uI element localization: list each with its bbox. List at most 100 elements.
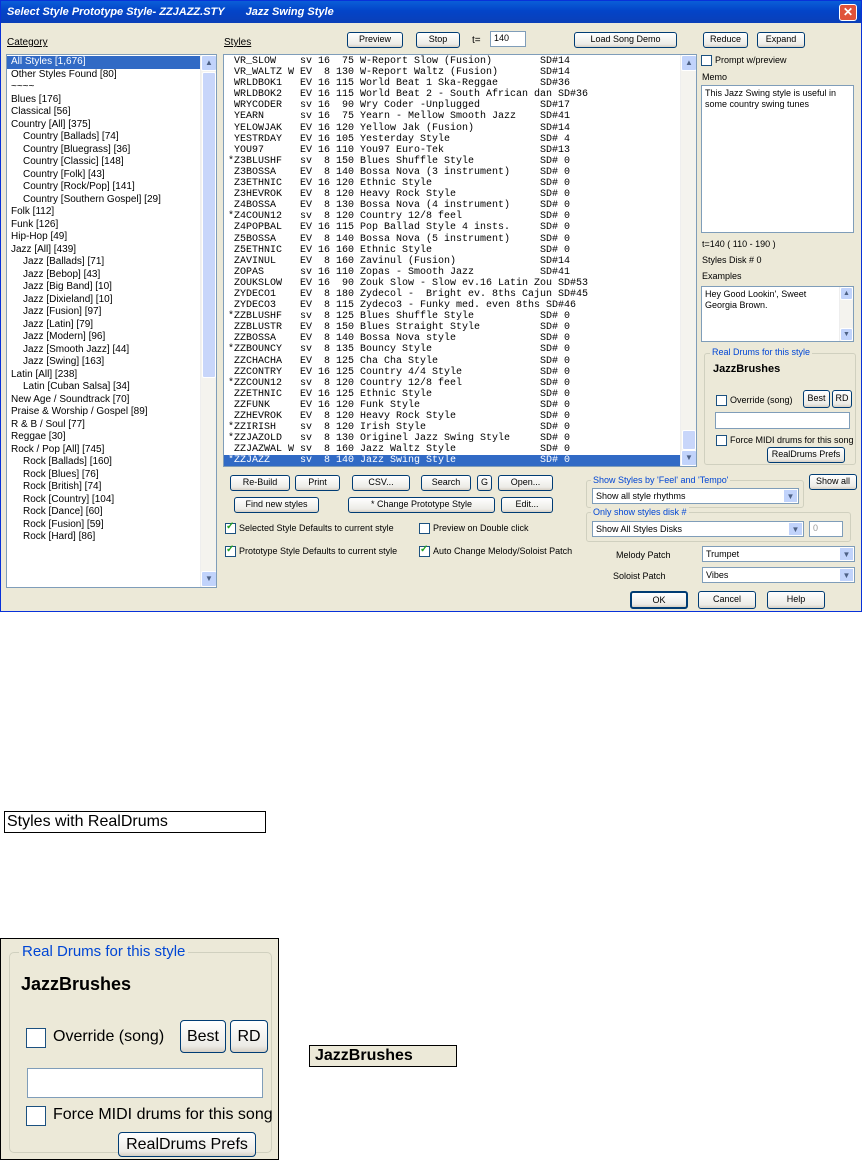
category-item[interactable]: Rock / Pop [All] [745] bbox=[7, 444, 216, 457]
open-button[interactable]: Open... bbox=[498, 475, 553, 491]
soloist-patch-select[interactable]: Vibes ▼ bbox=[702, 567, 855, 583]
scroll-up-icon[interactable]: ▲ bbox=[840, 287, 853, 300]
realdrums-zoom-input[interactable] bbox=[27, 1068, 263, 1098]
style-row[interactable]: *ZZBLUSHF sv 8 125 Blues Shuffle Style S… bbox=[224, 311, 696, 322]
category-item[interactable]: Jazz [Dixieland] [10] bbox=[7, 294, 216, 307]
style-row[interactable]: *ZZJAZOLD sv 8 130 Originel Jazz Swing S… bbox=[224, 433, 696, 444]
category-item[interactable]: Country [All] [375] bbox=[7, 119, 216, 132]
category-item[interactable]: All Styles [1,676] bbox=[7, 56, 200, 69]
search-button[interactable]: Search bbox=[421, 475, 471, 491]
style-row[interactable]: YELOWJAK EV 16 120 Yellow Jak (Fusion) S… bbox=[224, 123, 696, 134]
close-icon[interactable]: ✕ bbox=[839, 4, 857, 21]
scroll-up-icon[interactable]: ▲ bbox=[681, 55, 696, 71]
style-row[interactable]: *ZZJAZZ sv 8 140 Jazz Swing Style SD# 0 bbox=[224, 455, 680, 466]
style-row[interactable]: *ZZBOUNCY sv 8 135 Bouncy Style SD# 0 bbox=[224, 344, 696, 355]
style-row[interactable]: ZZCONTRY EV 16 125 Country 4/4 Style SD#… bbox=[224, 367, 696, 378]
scroll-thumb[interactable] bbox=[682, 430, 696, 450]
csv-button[interactable]: CSV... bbox=[352, 475, 410, 491]
style-row[interactable]: YESTRDAY EV 16 105 Yesterday Style SD# 4 bbox=[224, 134, 696, 145]
category-item[interactable]: Jazz [Fusion] [97] bbox=[7, 306, 216, 319]
reduce-button[interactable]: Reduce bbox=[703, 32, 748, 48]
category-item[interactable]: Praise & Worship / Gospel [89] bbox=[7, 406, 216, 419]
load-song-demo-button[interactable]: Load Song Demo bbox=[574, 32, 677, 48]
help-button[interactable]: Help bbox=[767, 591, 825, 609]
style-row[interactable]: YOU97 EV 16 110 You97 Euro-Tek SD#13 bbox=[224, 145, 696, 156]
styles-scrollbar[interactable]: ▲ ▼ bbox=[680, 55, 696, 466]
scroll-up-icon[interactable]: ▲ bbox=[201, 55, 216, 71]
style-row[interactable]: Z4BOSSA EV 8 130 Bossa Nova (4 instrumen… bbox=[224, 200, 696, 211]
styles-disk-number[interactable]: 0 bbox=[809, 521, 843, 537]
category-item[interactable]: Jazz [Smooth Jazz] [44] bbox=[7, 344, 216, 357]
best-button[interactable]: Best bbox=[803, 390, 830, 408]
category-item[interactable]: Rock [Blues] [76] bbox=[7, 469, 216, 482]
find-new-styles-button[interactable]: Find new styles bbox=[234, 497, 319, 513]
style-row[interactable]: ZAVINUL EV 8 160 Zavinul (Fusion) SD#14 bbox=[224, 256, 696, 267]
style-row[interactable]: ZYDECO3 EV 8 115 Zydeco3 - Funky med. ev… bbox=[224, 300, 696, 311]
tempo-input[interactable]: 140 bbox=[490, 31, 526, 47]
category-item[interactable]: Jazz [Latin] [79] bbox=[7, 319, 216, 332]
rd-zoom-button[interactable]: RD bbox=[230, 1020, 268, 1053]
cancel-button[interactable]: Cancel bbox=[698, 591, 756, 609]
feel-tempo-select[interactable]: Show all style rhythms ▼ bbox=[592, 488, 799, 504]
category-item[interactable]: Rock [Dance] [60] bbox=[7, 506, 216, 519]
examples-textbox[interactable]: Hey Good Lookin', Sweet Georgia Brown. ▲… bbox=[701, 286, 854, 342]
category-item[interactable]: Jazz [Bebop] [43] bbox=[7, 269, 216, 282]
category-item[interactable]: Classical [56] bbox=[7, 106, 216, 119]
force-midi-zoom-checkbox[interactable] bbox=[26, 1106, 46, 1126]
category-list[interactable]: All Styles [1,676] Other Styles Found [80… bbox=[6, 54, 217, 588]
style-row[interactable]: Z4POPBAL EV 16 115 Pop Ballad Style 4 in… bbox=[224, 222, 696, 233]
category-item[interactable]: Jazz [Ballads] [71] bbox=[7, 256, 216, 269]
category-item[interactable]: Rock [Fusion] [59] bbox=[7, 519, 216, 532]
selected-defaults-checkbox[interactable] bbox=[225, 521, 236, 534]
style-row[interactable]: ZYDECO1 EV 8 180 Zydecol - Bright ev. 8t… bbox=[224, 289, 696, 300]
category-item[interactable]: R & B / Soul [77] bbox=[7, 419, 216, 432]
chevron-down-icon[interactable]: ▼ bbox=[788, 522, 803, 536]
memo-textbox[interactable]: This Jazz Swing style is useful in some … bbox=[701, 85, 854, 233]
category-item[interactable]: Jazz [Big Band] [10] bbox=[7, 281, 216, 294]
category-item[interactable]: Hip-Hop [49] bbox=[7, 231, 216, 244]
style-row[interactable]: WRYCODER sv 16 90 Wry Coder -Unplugged S… bbox=[224, 100, 696, 111]
category-item[interactable]: Other Styles Found [80] bbox=[7, 69, 216, 82]
force-midi-checkbox[interactable] bbox=[716, 435, 727, 446]
auto-change-patch-checkbox[interactable] bbox=[419, 544, 430, 557]
scroll-down-icon[interactable]: ▼ bbox=[840, 328, 853, 341]
show-all-button[interactable]: Show all bbox=[809, 474, 857, 490]
realdrums-prefs-button[interactable]: RealDrums Prefs bbox=[767, 447, 845, 463]
style-row[interactable]: ZOPAS sv 16 110 Zopas - Smooth Jazz SD#4… bbox=[224, 267, 696, 278]
scroll-thumb[interactable] bbox=[202, 72, 216, 378]
chevron-down-icon[interactable]: ▼ bbox=[839, 568, 854, 582]
category-item[interactable]: Jazz [Modern] [96] bbox=[7, 331, 216, 344]
edit-button[interactable]: Edit... bbox=[501, 497, 553, 513]
chevron-down-icon[interactable]: ▼ bbox=[839, 547, 854, 561]
style-row[interactable]: ZZCHACHA EV 8 125 Cha Cha Style SD# 0 bbox=[224, 356, 696, 367]
g-button[interactable]: G bbox=[477, 475, 492, 491]
category-item[interactable]: Funk [126] bbox=[7, 219, 216, 232]
style-row[interactable]: ZZETHNIC EV 16 125 Ethnic Style SD# 0 bbox=[224, 389, 696, 400]
category-item[interactable]: Country [Classic] [148] bbox=[7, 156, 216, 169]
rd-button[interactable]: RD bbox=[832, 390, 852, 408]
style-row[interactable]: WRLDBOK1 EV 16 115 World Beat 1 Ska-Regg… bbox=[224, 78, 696, 89]
style-row[interactable]: Z3HEVROK EV 8 120 Heavy Rock Style SD# 0 bbox=[224, 189, 696, 200]
style-row[interactable]: *ZZCOUN12 sv 8 120 Country 12/8 feel SD#… bbox=[224, 378, 696, 389]
category-item[interactable]: Reggae [30] bbox=[7, 431, 216, 444]
preview-double-click-checkbox[interactable] bbox=[419, 523, 430, 534]
melody-patch-select[interactable]: Trumpet ▼ bbox=[702, 546, 855, 562]
category-item[interactable]: ~~~~ bbox=[7, 81, 216, 94]
category-item[interactable]: Latin [Cuban Salsa] [34] bbox=[7, 381, 216, 394]
style-row[interactable]: WRLDBOK2 EV 16 115 World Beat 2 - South … bbox=[224, 89, 696, 100]
scroll-down-icon[interactable]: ▼ bbox=[201, 571, 216, 587]
category-item[interactable]: Blues [176] bbox=[7, 94, 216, 107]
category-item[interactable]: Country [Folk] [43] bbox=[7, 169, 216, 182]
rebuild-button[interactable]: Re-Build bbox=[230, 475, 290, 491]
override-zoom-checkbox[interactable] bbox=[26, 1028, 46, 1048]
prototype-defaults-checkbox[interactable] bbox=[225, 544, 236, 557]
style-row[interactable]: ZZFUNK EV 16 120 Funk Style SD# 0 bbox=[224, 400, 696, 411]
style-row[interactable]: ZZBLUSTR EV 8 150 Blues Straight Style S… bbox=[224, 322, 696, 333]
prompt-preview-checkbox[interactable] bbox=[701, 55, 712, 66]
category-item[interactable]: New Age / Soundtrack [70] bbox=[7, 394, 216, 407]
examples-scrollbar[interactable]: ▲ ▼ bbox=[839, 287, 853, 341]
style-row[interactable]: *Z3BLUSHF sv 8 150 Blues Shuffle Style S… bbox=[224, 156, 696, 167]
ok-button[interactable]: OK bbox=[630, 591, 688, 609]
style-row[interactable]: VR_WALTZ W EV 8 130 W-Report Waltz (Fusi… bbox=[224, 67, 696, 78]
override-checkbox[interactable] bbox=[716, 395, 727, 406]
